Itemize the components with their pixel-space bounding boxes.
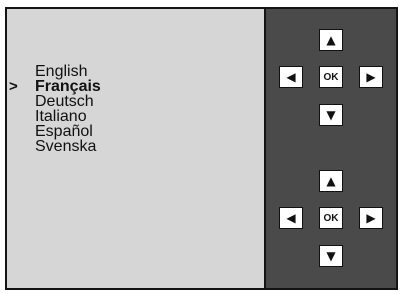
language-item-english[interactable]: > English [35, 64, 101, 80]
language-item-svenska[interactable]: > Svenska [35, 138, 101, 155]
navigation-pad-bottom: ▲ ◀ OK ▶ ▼ [274, 170, 388, 268]
language-list: > English > Français > Deutsch > Italian… [9, 64, 101, 155]
device-screen-frame: > English > Français > Deutsch > Italian… [5, 7, 398, 290]
selection-cursor: > [9, 78, 18, 95]
arrow-down-icon: ▼ [326, 108, 336, 122]
language-item-italiano[interactable]: > Italiano [35, 109, 101, 125]
ok-button[interactable]: OK [319, 207, 343, 229]
remote-control-panel: ▲ ◀ OK ▶ ▼ ▲ ◀ OK ▶ ▼ [266, 9, 396, 288]
down-button[interactable]: ▼ [319, 104, 343, 126]
right-button[interactable]: ▶ [359, 207, 383, 229]
ok-label: OK [323, 71, 339, 83]
arrow-up-icon: ▲ [326, 33, 336, 47]
arrow-right-icon: ▶ [366, 70, 376, 84]
down-button[interactable]: ▼ [319, 245, 343, 267]
language-label: Svenska [35, 138, 97, 155]
language-item-espanol[interactable]: > Español [35, 124, 101, 140]
up-button[interactable]: ▲ [319, 29, 343, 51]
ok-button[interactable]: OK [319, 66, 343, 88]
arrow-left-icon: ◀ [286, 70, 296, 84]
arrow-up-icon: ▲ [326, 174, 336, 188]
language-menu-panel: > English > Français > Deutsch > Italian… [7, 9, 264, 288]
up-button[interactable]: ▲ [319, 170, 343, 192]
right-button[interactable]: ▶ [359, 66, 383, 88]
ok-label: OK [323, 212, 339, 224]
language-item-deutsch[interactable]: > Deutsch [35, 94, 101, 110]
language-item-francais[interactable]: > Français [9, 79, 101, 95]
navigation-pad-top: ▲ ◀ OK ▶ ▼ [274, 29, 388, 127]
arrow-down-icon: ▼ [326, 249, 336, 263]
left-button[interactable]: ◀ [279, 66, 303, 88]
arrow-left-icon: ◀ [286, 211, 296, 225]
arrow-right-icon: ▶ [366, 211, 376, 225]
left-button[interactable]: ◀ [279, 207, 303, 229]
